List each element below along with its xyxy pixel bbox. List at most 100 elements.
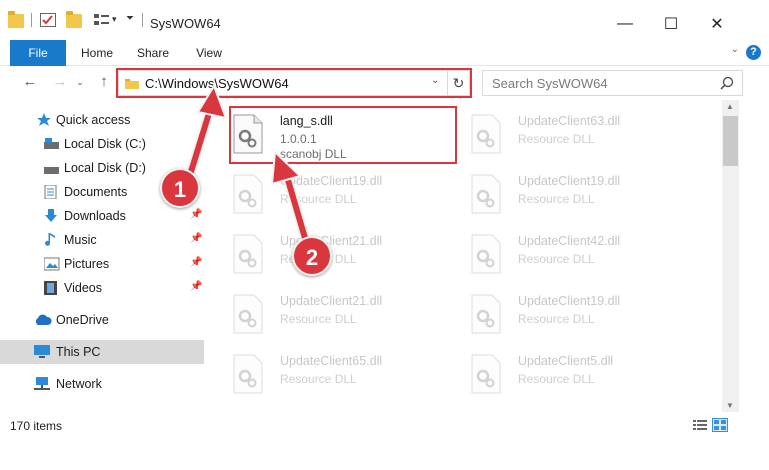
nav-local-disk-c[interactable]: Local Disk (C:)	[0, 132, 206, 156]
up-button[interactable]: ↑	[94, 72, 114, 92]
search-box[interactable]: Search SysWOW64	[482, 70, 743, 96]
dll-file-icon	[232, 174, 264, 214]
file-description: Resource DLL	[518, 252, 595, 266]
dll-file-icon	[470, 114, 502, 154]
tab-home[interactable]: Home	[74, 40, 120, 66]
scroll-down-icon[interactable]: ▼	[726, 401, 734, 410]
forward-button[interactable]: →	[50, 72, 70, 92]
nav-label: OneDrive	[56, 313, 109, 327]
file-item[interactable]: UpdateClient19.dll Resource DLL	[444, 164, 674, 220]
pictures-icon	[43, 257, 60, 271]
pin-icon[interactable]: 📌	[190, 281, 202, 292]
file-name: UpdateClient19.dll	[518, 174, 621, 188]
pin-icon[interactable]: 📌	[190, 209, 202, 220]
network-icon	[34, 377, 50, 391]
nav-quick-access[interactable]: Quick access	[0, 108, 206, 132]
file-item[interactable]: UpdateClient19.dll Resource DLL	[206, 164, 436, 220]
view-options-icon[interactable]	[94, 13, 110, 27]
folder-icon	[8, 11, 24, 28]
address-highlight-box	[116, 68, 472, 98]
dll-file-icon	[470, 174, 502, 214]
videos-icon	[44, 281, 60, 295]
drive-icon	[44, 138, 60, 152]
tab-file[interactable]: File	[10, 40, 66, 66]
navigation-bar: ← → ⌄ ↑ C:\Windows\SysWOW64 ⌄ ↻ Search S…	[0, 66, 769, 100]
file-description: Resource DLL	[518, 192, 595, 206]
file-name: UpdateClient19.dll	[280, 174, 383, 188]
details-view-icon[interactable]	[692, 418, 708, 432]
dll-file-icon	[232, 354, 264, 394]
annotation-marker-1: 1	[160, 168, 200, 208]
status-bar: 170 items	[0, 412, 769, 438]
cloud-icon	[34, 314, 52, 328]
pin-icon[interactable]: 📌	[190, 257, 202, 268]
ribbon: File Home Share View ⌄ ?	[0, 40, 769, 66]
properties-icon[interactable]	[40, 13, 56, 27]
nav-label: Pictures	[64, 257, 110, 271]
annotation-marker-2: 2	[292, 236, 332, 276]
file-name: UpdateClient21.dll	[280, 294, 383, 308]
dll-file-icon	[470, 294, 502, 334]
navigation-pane: Quick access Local Disk (C:) Local Disk …	[0, 100, 206, 412]
nav-network[interactable]: Network	[0, 372, 206, 396]
dll-file-icon	[470, 234, 502, 274]
nav-onedrive[interactable]: OneDrive	[0, 308, 206, 332]
minimize-button[interactable]: —	[602, 8, 648, 40]
file-item[interactable]: UpdateClient19.dll Resource DLL	[444, 284, 674, 340]
scroll-up-icon[interactable]: ▲	[726, 102, 734, 111]
dll-file-icon	[470, 354, 502, 394]
window-title: SysWOW64	[150, 16, 221, 31]
minimize-icon: —	[617, 15, 633, 32]
search-input[interactable]: Search SysWOW64	[492, 76, 608, 91]
file-description: Resource DLL	[518, 132, 595, 146]
quick-access-dropdown-icon[interactable]: ▾	[112, 14, 117, 25]
expand-ribbon-icon[interactable]: ⌄	[731, 44, 739, 55]
scroll-thumb[interactable]	[723, 116, 738, 166]
maximize-icon: ☐	[663, 16, 679, 33]
title-separator	[142, 13, 143, 27]
close-button[interactable]: ✕	[694, 8, 740, 40]
documents-icon	[44, 184, 60, 200]
help-button[interactable]: ?	[746, 45, 761, 60]
file-name: UpdateClient63.dll	[518, 114, 621, 128]
file-name: UpdateClient65.dll	[280, 354, 383, 368]
maximize-button[interactable]: ☐	[648, 8, 694, 40]
nav-pictures[interactable]: Pictures 📌	[0, 252, 206, 276]
file-item[interactable]: UpdateClient21.dll Resource DLL	[206, 284, 436, 340]
nav-label: Downloads	[64, 209, 126, 223]
file-item[interactable]: UpdateClient42.dll Resource DLL	[444, 224, 674, 280]
customize-toolbar-icon[interactable]: ⏷	[126, 13, 134, 24]
nav-music[interactable]: Music 📌	[0, 228, 206, 252]
nav-label: Network	[56, 377, 102, 391]
file-item[interactable]: UpdateClient65.dll Resource DLL	[206, 344, 436, 400]
music-icon	[44, 233, 60, 247]
vertical-scrollbar[interactable]: ▲ ▼	[722, 100, 739, 412]
title-bar: ▾ ⏷ SysWOW64 — ☐ ✕	[0, 0, 769, 40]
nav-label: Videos	[64, 281, 102, 295]
search-icon	[720, 76, 734, 90]
file-item[interactable]: UpdateClient63.dll Resource DLL	[444, 104, 674, 160]
file-description: Resource DLL	[518, 312, 595, 326]
nav-label: Local Disk (C:)	[64, 137, 146, 151]
file-name: UpdateClient42.dll	[518, 234, 621, 248]
pin-icon[interactable]: 📌	[190, 233, 202, 244]
download-icon	[44, 209, 60, 223]
tab-view[interactable]: View	[186, 40, 232, 66]
nav-label: Quick access	[56, 113, 131, 127]
dll-file-icon	[232, 294, 264, 334]
nav-this-pc[interactable]: This PC	[0, 340, 204, 364]
tab-share[interactable]: Share	[130, 40, 176, 66]
drive-icon	[44, 164, 60, 178]
file-description: Resource DLL	[280, 372, 357, 386]
new-folder-icon[interactable]	[66, 11, 82, 28]
file-description: Resource DLL	[280, 312, 357, 326]
nav-label: Local Disk (D:)	[64, 161, 146, 175]
back-button[interactable]: ←	[20, 72, 40, 92]
nav-label: Music	[64, 233, 97, 247]
nav-videos[interactable]: Videos 📌	[0, 276, 206, 300]
recent-locations-button[interactable]: ⌄	[74, 72, 86, 92]
file-item[interactable]: UpdateClient5.dll Resource DLL	[444, 344, 674, 400]
star-icon	[36, 113, 52, 127]
toolbar-separator	[31, 13, 32, 27]
tiles-view-icon[interactable]	[712, 418, 728, 432]
